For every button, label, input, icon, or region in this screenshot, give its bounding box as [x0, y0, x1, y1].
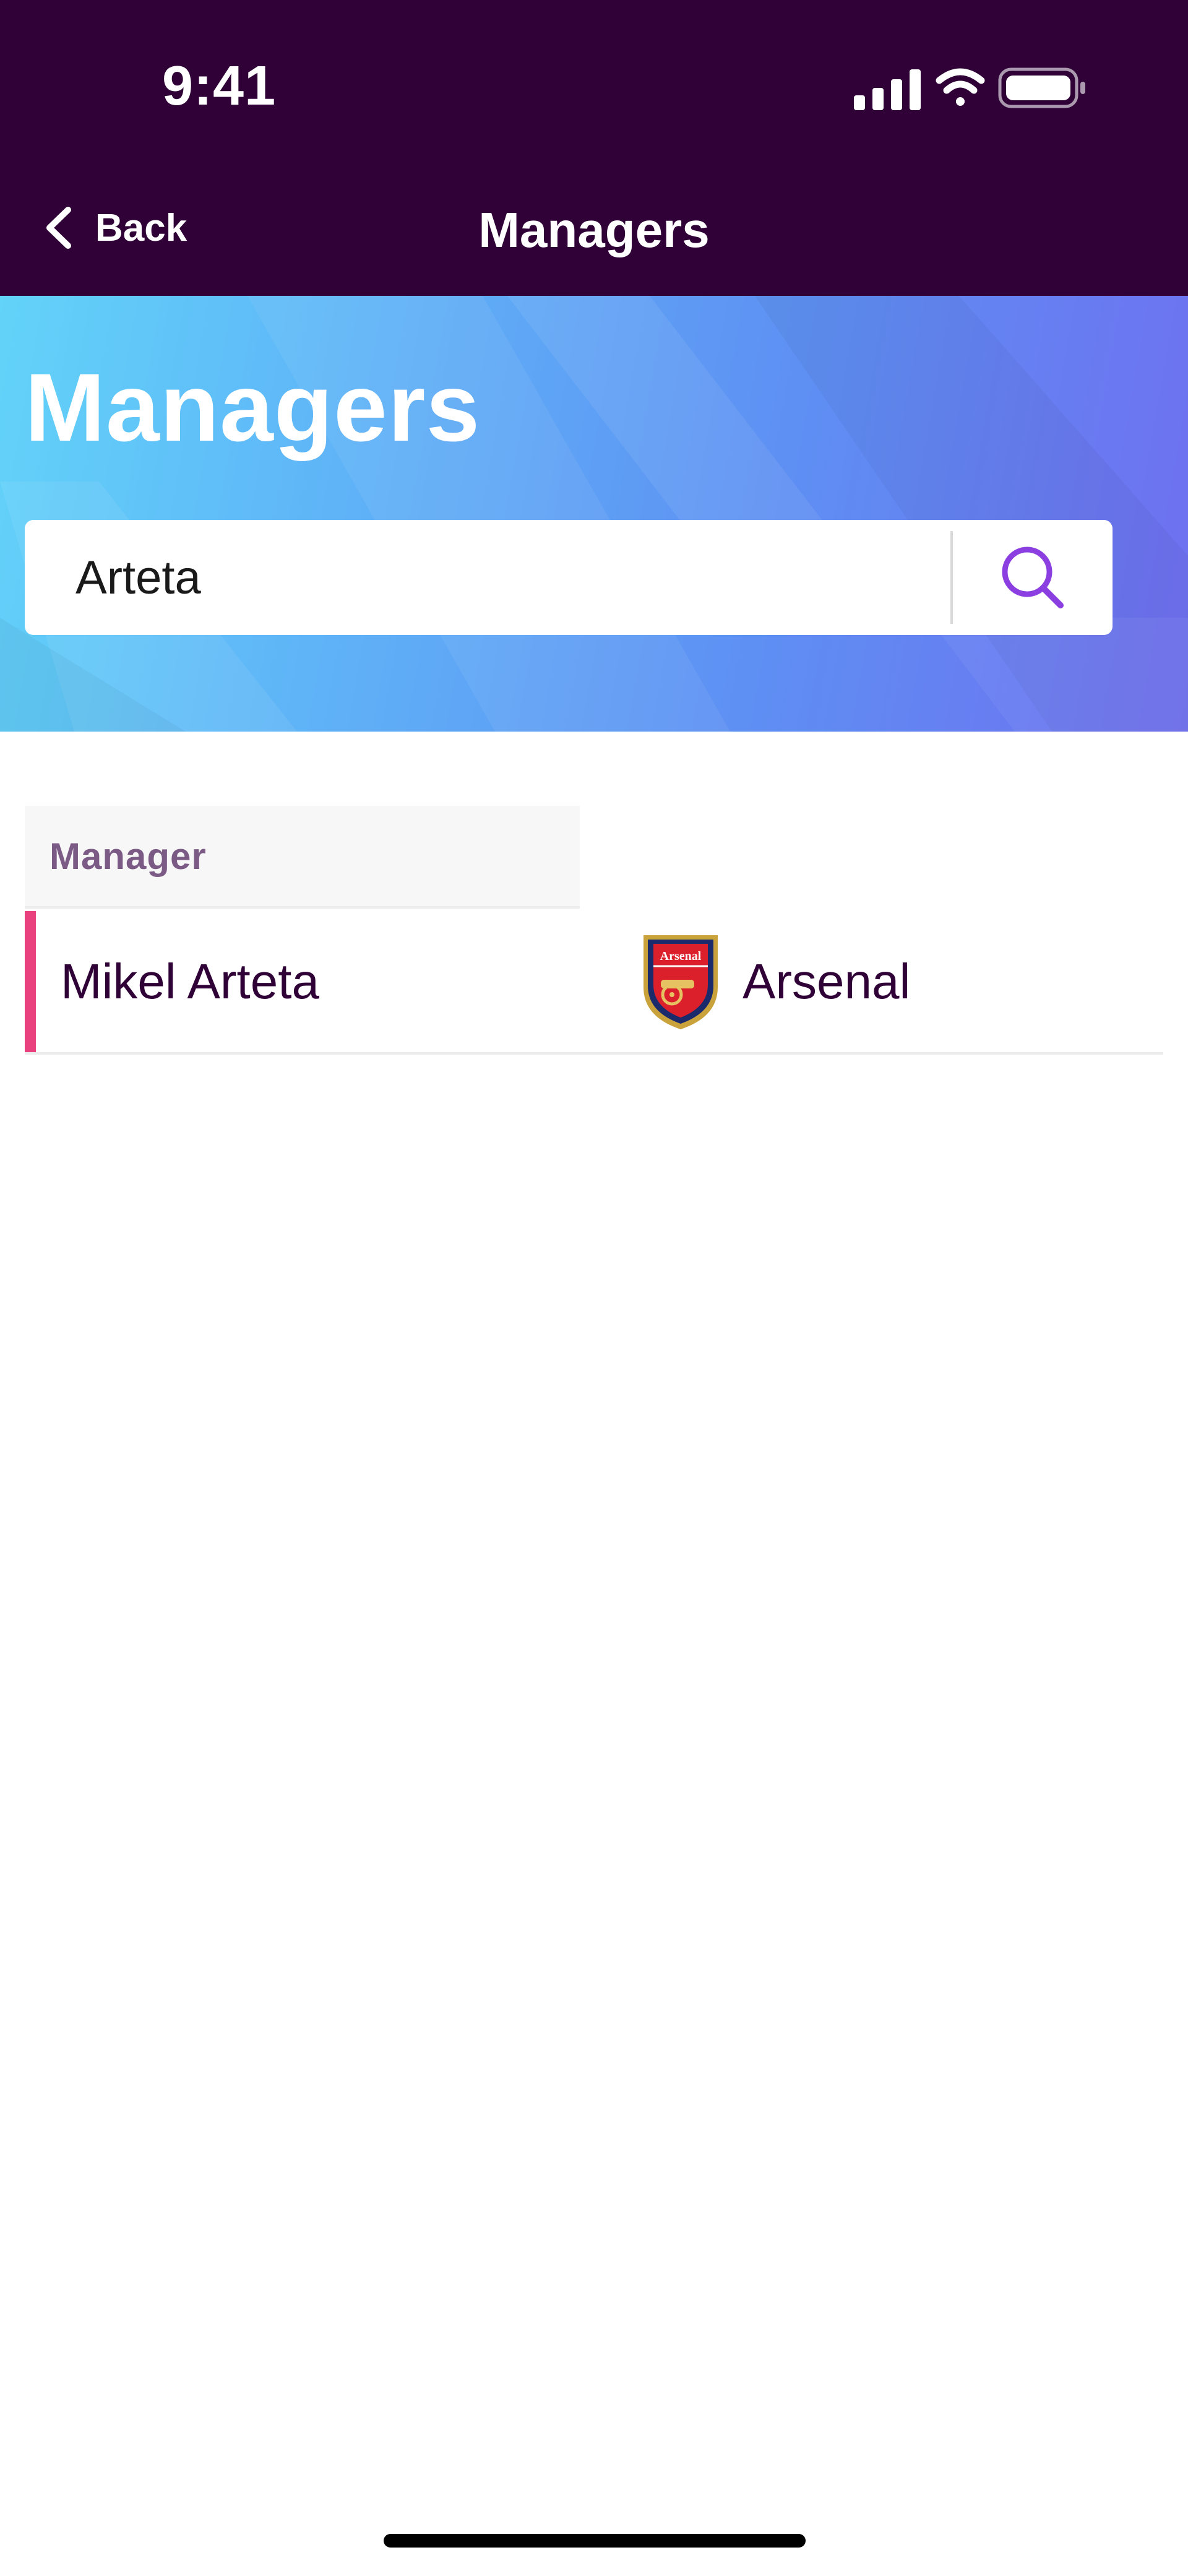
home-indicator[interactable]	[384, 2534, 806, 2548]
page-title: Managers	[25, 354, 481, 462]
club-name: Arsenal	[742, 954, 911, 1009]
table-header-manager: Manager	[25, 806, 580, 909]
search-button[interactable]	[953, 520, 1113, 635]
search-box	[25, 520, 1113, 635]
top-bar: 9:41 Back Managers	[0, 0, 1188, 296]
search-icon	[1002, 547, 1064, 608]
badge-text: Arsenal	[660, 949, 702, 963]
arsenal-crest-icon: Arsenal	[644, 935, 718, 1029]
battery-icon	[998, 67, 1085, 108]
hero-banner: Managers	[0, 296, 1188, 732]
wifi-icon	[936, 68, 985, 106]
search-input[interactable]	[25, 520, 950, 635]
status-icons	[854, 67, 1085, 110]
cellular-signal-icon	[854, 69, 921, 110]
status-time: 9:41	[162, 55, 277, 117]
club-cell: Arsenal Arsenal	[637, 911, 910, 1052]
nav-title: Managers	[478, 202, 710, 257]
manager-name: Mikel Arteta	[61, 954, 319, 1009]
table-row[interactable]: Mikel Arteta Arsenal Arsenal	[25, 911, 1163, 1055]
row-accent-bar	[25, 911, 36, 1052]
